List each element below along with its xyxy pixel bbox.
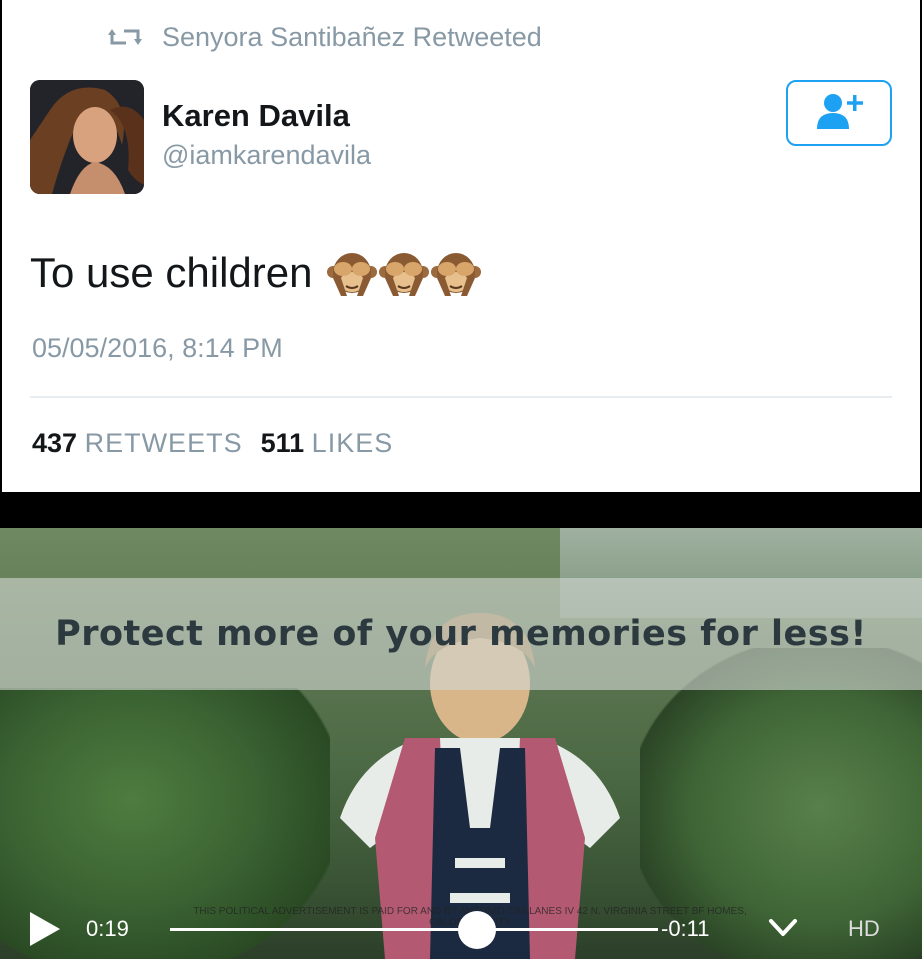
retweet-context[interactable]: Senyora Santibañez Retweeted	[108, 20, 542, 54]
tweet-card: Senyora Santibañez Retweeted Karen Davil…	[0, 0, 922, 492]
ad-banner-text: Protect more of your memories for less!	[55, 614, 867, 654]
time-remaining: -0:11	[661, 916, 710, 941]
quality-button[interactable]: HD	[848, 916, 880, 942]
chevron-down-icon	[768, 919, 798, 944]
add-user-icon	[813, 91, 865, 136]
time-elapsed: 0:19	[86, 916, 129, 941]
video-frame[interactable]: Protect more of your memories for less! …	[0, 528, 922, 959]
see-no-evil-monkey-icon	[378, 248, 429, 298]
play-button[interactable]	[28, 910, 62, 948]
avatar[interactable]	[30, 80, 144, 194]
retweets-stat[interactable]: 437 RETWEETS	[32, 428, 243, 459]
seek-track[interactable]	[170, 928, 658, 931]
retweets-label: RETWEETS	[84, 428, 243, 458]
video-letterbox	[0, 492, 922, 528]
divider	[30, 396, 892, 398]
seek-thumb[interactable]	[458, 911, 497, 949]
see-no-evil-monkey-icon	[430, 248, 481, 298]
player-controls: 0:19 -0:11 HD	[0, 898, 922, 959]
retweet-icon	[108, 25, 142, 49]
play-icon	[28, 912, 62, 952]
minimize-button[interactable]	[768, 916, 798, 940]
tweet-timestamp: 05/05/2016, 8:14 PM	[32, 333, 283, 363]
ad-banner: Protect more of your memories for less!	[0, 578, 922, 690]
likes-stat[interactable]: 511 LIKES	[261, 428, 394, 459]
follow-button[interactable]	[786, 80, 892, 146]
retweets-count: 437	[32, 428, 78, 458]
tweet-stats: 437 RETWEETS 511 LIKES	[32, 428, 393, 459]
emoji-row	[326, 248, 483, 298]
see-no-evil-monkey-icon	[326, 248, 377, 298]
likes-count: 511	[260, 428, 305, 458]
likes-label: LIKES	[311, 428, 394, 458]
tweet-text-body: To use children	[30, 249, 313, 296]
author-handle[interactable]: @iamkarendavila	[162, 140, 371, 171]
tweet-text: To use children	[30, 248, 483, 298]
retweeted-by-text: Senyora Santibañez Retweeted	[162, 21, 542, 52]
author-name[interactable]: Karen Davila	[162, 98, 350, 134]
